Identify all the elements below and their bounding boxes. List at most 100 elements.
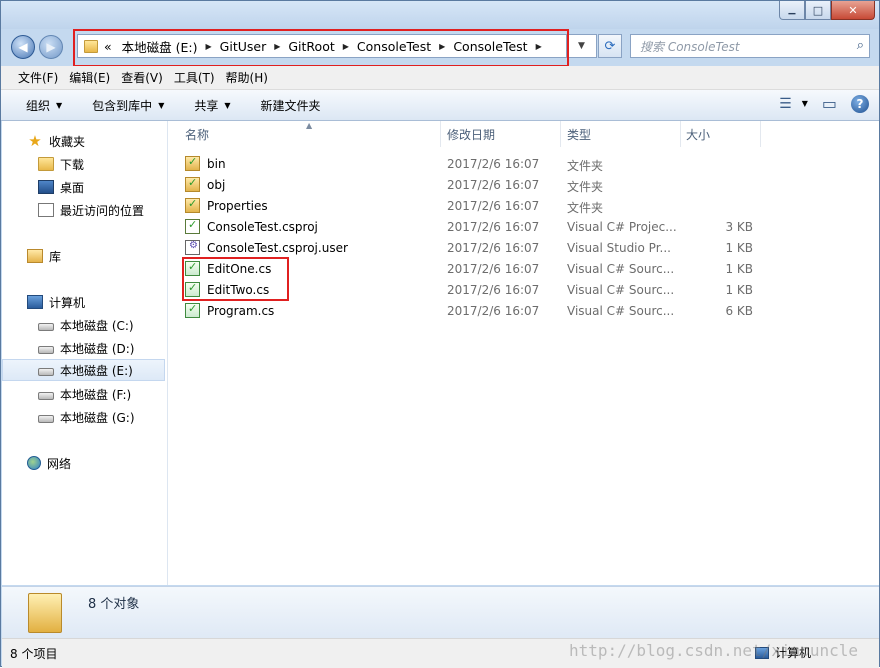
menu-help[interactable]: 帮助(H) <box>220 69 273 86</box>
sidebar-item-drive-g[interactable]: 本地磁盘 (G:) <box>38 406 135 428</box>
sidebar-item-recent-places[interactable]: 最近访问的位置 <box>38 199 144 221</box>
back-arrow-icon: ◀ <box>18 40 28 54</box>
file-type: Visual C# Sourc... <box>567 262 675 276</box>
sidebar-item-drive-f[interactable]: 本地磁盘 (F:) <box>38 383 131 405</box>
new-folder-button[interactable]: 新建文件夹 <box>261 97 321 114</box>
column-header-size[interactable]: 大小 <box>686 121 710 147</box>
maximize-button[interactable]: □ <box>805 1 831 20</box>
breadcrumb-separator-icon[interactable]: ▶ <box>536 42 542 51</box>
column-divider[interactable] <box>440 121 441 147</box>
column-divider[interactable] <box>760 121 761 147</box>
column-divider[interactable] <box>560 121 561 147</box>
column-header-type[interactable]: 类型 <box>567 121 591 147</box>
help-button[interactable]: ? <box>851 94 869 113</box>
file-row-program-cs[interactable]: Program.cs 2017/2/6 16:07 Visual C# Sour… <box>168 300 879 321</box>
organize-button[interactable]: 组织 ▼ <box>26 97 62 114</box>
share-label: 共享 <box>194 98 219 113</box>
file-date: 2017/2/6 16:07 <box>447 178 540 192</box>
file-row-obj[interactable]: obj 2017/2/6 16:07 文件夹 <box>168 174 879 195</box>
folder-icon <box>84 39 98 53</box>
sidebar-item-network[interactable]: 网络 <box>27 452 71 474</box>
sort-ascending-icon: ▲ <box>306 121 313 130</box>
close-button[interactable]: ✕ <box>831 1 875 20</box>
sidebar-item-drive-c[interactable]: 本地磁盘 (C:) <box>38 314 134 336</box>
back-button[interactable]: ◀ <box>11 35 35 59</box>
breadcrumb-separator-icon[interactable]: ▶ <box>206 42 212 51</box>
file-size: 6 KB <box>725 304 753 318</box>
view-list-icon: ☰ <box>779 95 792 112</box>
breadcrumb-item[interactable]: ConsoleTest <box>357 39 431 54</box>
drive-icon <box>38 346 54 354</box>
search-icon[interactable]: ⌕ <box>857 38 864 53</box>
file-list: ▲ 名称 修改日期 类型 大小 bin 2017/2/6 16:07 文件夹 o… <box>168 121 879 585</box>
file-row-bin[interactable]: bin 2017/2/6 16:07 文件夹 <box>168 153 879 174</box>
file-name: obj <box>207 177 226 192</box>
file-row-edittwo-cs[interactable]: EditTwo.cs 2017/2/6 16:07 Visual C# Sour… <box>168 279 879 300</box>
breadcrumb-separator-icon[interactable]: ▶ <box>343 42 349 51</box>
sidebar-item-favorites[interactable]: ★ 收藏夹 <box>27 130 85 152</box>
sidebar-item-label: 网络 <box>47 456 72 471</box>
column-divider[interactable] <box>680 121 681 147</box>
menu-view[interactable]: 查看(V) <box>115 69 168 86</box>
breadcrumb-item[interactable]: GitUser <box>220 39 267 54</box>
file-row-properties[interactable]: Properties 2017/2/6 16:07 文件夹 <box>168 195 879 216</box>
menu-edit[interactable]: 编辑(E) <box>63 69 115 86</box>
column-header-name[interactable]: 名称 <box>185 121 209 147</box>
file-row-editone-cs[interactable]: EditOne.cs 2017/2/6 16:07 Visual C# Sour… <box>168 258 879 279</box>
file-row-consoletest-csproj[interactable]: ConsoleTest.csproj 2017/2/6 16:07 Visual… <box>168 216 879 237</box>
sidebar-item-computer[interactable]: 计算机 <box>27 291 85 313</box>
breadcrumb-item[interactable]: 本地磁盘 (E:) <box>122 37 198 56</box>
folder-icon <box>185 197 200 213</box>
sidebar-item-downloads[interactable]: 下载 <box>38 153 84 175</box>
file-type: 文件夹 <box>567 201 604 215</box>
drive-icon <box>38 323 54 331</box>
file-type: Visual C# Sourc... <box>567 283 675 297</box>
breadcrumb: « 本地磁盘 (E:) ▶ GitUser ▶ GitRoot ▶ ConsoleTe… <box>104 37 550 56</box>
view-options-button[interactable]: ☰ ▼ <box>779 96 808 112</box>
breadcrumb-separator-icon[interactable]: ▶ <box>439 42 445 51</box>
breadcrumb-separator-icon[interactable]: ▶ <box>274 42 280 51</box>
sidebar-item-label: 下载 <box>60 157 85 172</box>
address-history-dropdown[interactable]: ▼ <box>567 34 597 58</box>
file-size: 1 KB <box>725 262 753 276</box>
chevron-down-icon: ▼ <box>158 100 165 110</box>
share-button[interactable]: 共享 ▼ <box>194 97 230 114</box>
menu-file[interactable]: 文件(F) <box>1 69 63 86</box>
forward-button[interactable]: ▶ <box>39 35 63 59</box>
breadcrumb-item[interactable]: ConsoleTest <box>453 39 527 54</box>
refresh-button[interactable]: ⟳ <box>598 34 622 58</box>
sidebar-item-desktop[interactable]: 桌面 <box>38 176 84 198</box>
breadcrumb-overflow[interactable]: « <box>104 39 112 54</box>
drive-icon <box>38 415 54 423</box>
minimize-button[interactable]: ▁ <box>779 1 805 20</box>
file-name: EditTwo.cs <box>207 282 270 297</box>
new-folder-label: 新建文件夹 <box>260 98 321 113</box>
forward-arrow-icon: ▶ <box>46 40 56 54</box>
file-date: 2017/2/6 16:07 <box>447 220 540 234</box>
file-size: 1 KB <box>725 283 753 297</box>
search-input[interactable]: 搜索 ConsoleTest ⌕ <box>630 34 870 58</box>
sidebar-item-label: 收藏夹 <box>49 134 86 149</box>
file-row-consoletest-csproj-user[interactable]: ConsoleTest.csproj.user 2017/2/6 16:07 V… <box>168 237 879 258</box>
column-header-date[interactable]: 修改日期 <box>447 121 495 147</box>
sidebar-item-drive-d[interactable]: 本地磁盘 (D:) <box>38 337 134 359</box>
recent-places-icon <box>38 203 54 217</box>
csharp-file-icon <box>185 302 200 318</box>
file-date: 2017/2/6 16:07 <box>447 262 540 276</box>
sidebar-item-drive-e[interactable]: 本地磁盘 (E:) <box>2 359 165 381</box>
preview-pane-icon: ▭ <box>821 94 837 113</box>
sidebar-item-label: 桌面 <box>60 180 85 195</box>
file-date: 2017/2/6 16:07 <box>447 199 540 213</box>
file-size: 3 KB <box>725 220 753 234</box>
sidebar-item-libraries[interactable]: 库 <box>27 245 61 267</box>
preview-pane-button[interactable]: ▭ <box>822 94 837 113</box>
csharp-file-icon <box>185 281 200 297</box>
breadcrumb-item[interactable]: GitRoot <box>288 39 334 54</box>
chevron-down-icon: ▼ <box>224 100 231 110</box>
file-type: Visual C# Sourc... <box>567 304 675 318</box>
menu-tools[interactable]: 工具(T) <box>168 69 220 86</box>
include-in-library-button[interactable]: 包含到库中 ▼ <box>92 97 164 114</box>
address-bar[interactable]: « 本地磁盘 (E:) ▶ GitUser ▶ GitRoot ▶ ConsoleTe… <box>77 34 567 58</box>
column-header-label: 修改日期 <box>447 127 496 142</box>
search-placeholder: 搜索 ConsoleTest <box>640 39 740 54</box>
